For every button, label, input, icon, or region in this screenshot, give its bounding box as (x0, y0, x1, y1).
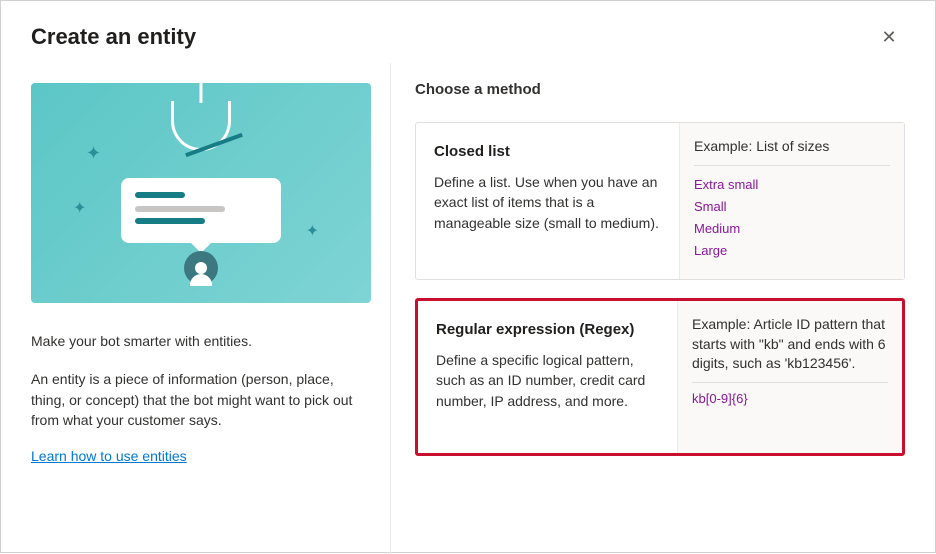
list-item: Large (694, 240, 890, 262)
info-panel: ✦ ✦ ✦ Make your bot smarter with entitie… (1, 63, 391, 554)
method-desc-regex: Define a specific logical pattern, such … (436, 350, 659, 411)
method-desc-closed-list: Define a list. Use when you have an exac… (434, 172, 661, 233)
close-button[interactable]: ✕ (873, 21, 905, 53)
example-label-regex: Example: Article ID pattern that starts … (692, 315, 888, 383)
close-icon: ✕ (881, 27, 896, 48)
description-text: An entity is a piece of information (per… (31, 369, 360, 430)
example-label-closed-list: Example: List of sizes (694, 137, 890, 166)
intro-text: Make your bot smarter with entities. (31, 331, 360, 351)
method-title-regex: Regular expression (Regex) (436, 321, 659, 338)
method-regex[interactable]: Regular expression (Regex) Define a spec… (415, 298, 905, 456)
list-item: Medium (694, 218, 890, 240)
list-item: Extra small (694, 174, 890, 196)
entity-illustration: ✦ ✦ ✦ (31, 83, 371, 303)
dialog-title: Create an entity (31, 24, 196, 50)
method-closed-list[interactable]: Closed list Define a list. Use when you … (415, 122, 905, 280)
method-title-closed-list: Closed list (434, 143, 661, 160)
choose-method-title: Choose a method (415, 81, 905, 98)
list-item: Small (694, 196, 890, 218)
learn-link[interactable]: Learn how to use entities (31, 448, 187, 464)
regex-pattern: kb[0-9]{6} (692, 391, 888, 406)
